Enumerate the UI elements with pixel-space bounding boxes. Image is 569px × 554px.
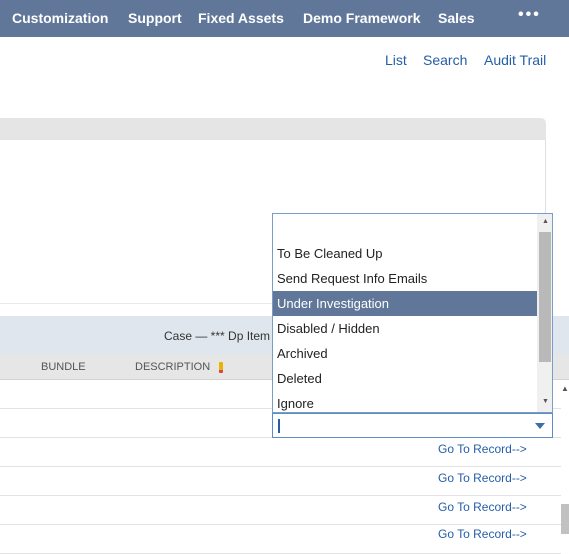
scroll-up-arrow-icon[interactable]: ▲	[561, 384, 569, 393]
more-dots-icon[interactable]: •••	[518, 6, 541, 24]
chevron-down-icon[interactable]	[535, 423, 545, 429]
column-header-description[interactable]: DESCRIPTION	[135, 361, 210, 373]
search-link[interactable]: Search	[423, 52, 467, 68]
go-to-record-link[interactable]: Go To Record-->	[438, 442, 527, 456]
table-row[interactable]: Go To Record-->	[0, 525, 561, 554]
scrollbar-thumb[interactable]	[561, 504, 569, 534]
dropdown-option-archived[interactable]: Archived	[273, 341, 537, 366]
go-to-record-link[interactable]: Go To Record-->	[438, 471, 527, 485]
table-row[interactable]: Go To Record-->	[0, 438, 561, 467]
list-link[interactable]: List	[385, 52, 407, 68]
dropdown-scrollbar[interactable]: ▲ ▼	[537, 214, 552, 412]
table-row[interactable]: Go To Record-->	[0, 467, 561, 496]
dropdown-option-ignore[interactable]: Ignore	[273, 391, 537, 412]
dropdown-option-under-investigation[interactable]: Under Investigation	[273, 291, 537, 316]
audit-trail-link[interactable]: Audit Trail	[484, 52, 546, 68]
nav-item-fixed-assets[interactable]: Fixed Assets	[198, 10, 284, 26]
dropdown-option-disabled-hidden[interactable]: Disabled / Hidden	[273, 316, 537, 341]
table-row[interactable]: Go To Record-->	[0, 496, 561, 525]
nav-item-customization[interactable]: Customization	[12, 10, 108, 26]
nav-item-sales[interactable]: Sales	[438, 10, 475, 26]
nav-item-demo-framework[interactable]: Demo Framework	[303, 10, 420, 26]
nav-item-support[interactable]: Support	[128, 10, 182, 26]
sublist-title: Case — *** Dp Item	[164, 329, 271, 343]
dropdown-option-send-request-info-emails[interactable]: Send Request Info Emails	[273, 266, 537, 291]
top-nav-bar: Customization Support Fixed Assets Demo …	[0, 0, 569, 37]
pencil-icon	[219, 362, 223, 373]
column-header-bundle[interactable]: BUNDLE	[41, 361, 86, 373]
dropdown-scrollbar-thumb[interactable]	[539, 232, 551, 362]
page-scrollbar[interactable]: ▲	[561, 380, 569, 534]
dropdown-option-to-be-cleaned-up[interactable]: To Be Cleaned Up	[273, 241, 537, 266]
panel-header	[0, 118, 546, 140]
go-to-record-link[interactable]: Go To Record-->	[438, 500, 527, 514]
text-cursor	[278, 419, 280, 433]
status-select-field[interactable]	[272, 413, 553, 438]
go-to-record-link[interactable]: Go To Record-->	[438, 527, 527, 541]
scroll-up-arrow-icon[interactable]: ▲	[542, 218, 549, 225]
status-dropdown-list[interactable]: To Be Cleaned Up Send Request Info Email…	[272, 213, 553, 413]
dropdown-option-blank[interactable]	[273, 214, 537, 239]
dropdown-option-deleted[interactable]: Deleted	[273, 366, 537, 391]
scroll-down-arrow-icon[interactable]: ▼	[542, 398, 549, 405]
